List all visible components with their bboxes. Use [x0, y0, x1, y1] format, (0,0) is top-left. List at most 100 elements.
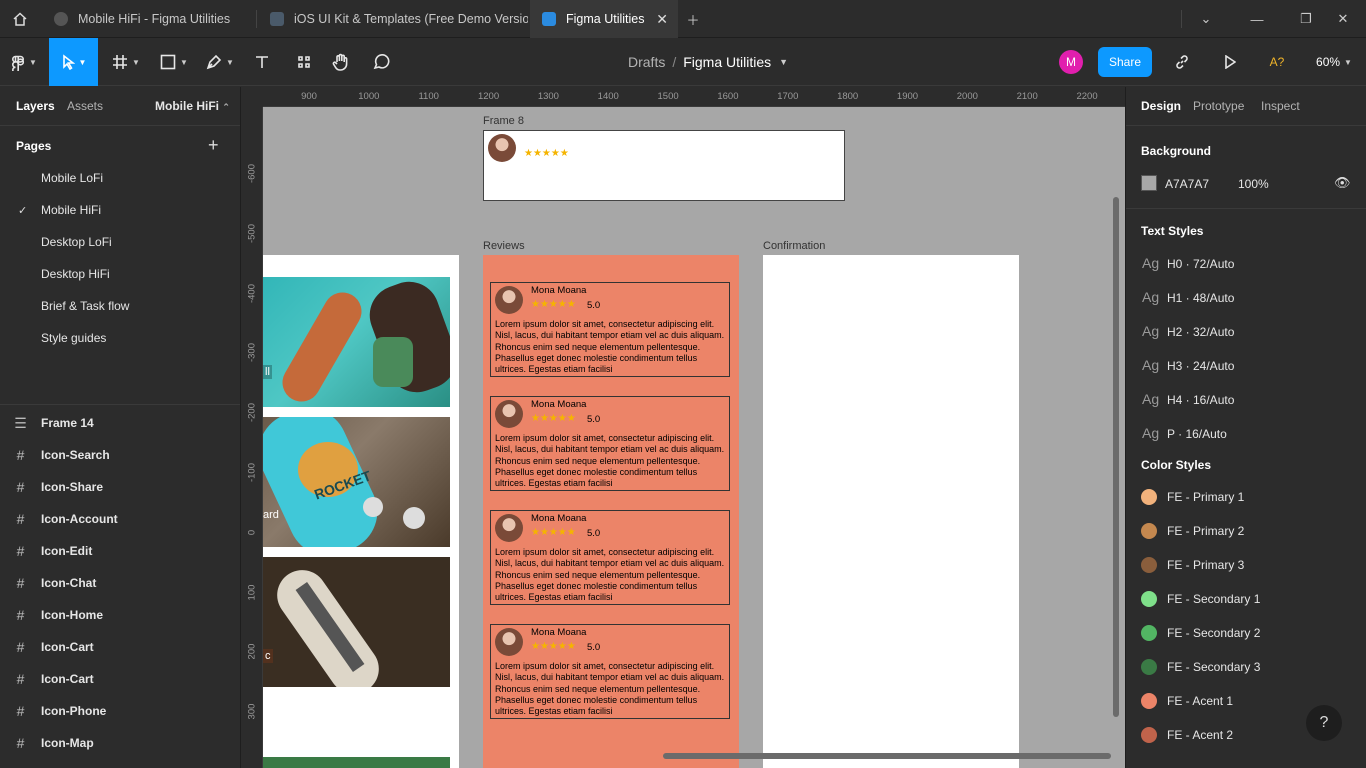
reviews-frame[interactable]: Mona Moana ★★★★★ 5.0 Lorem ipsum dolor sit … — [483, 255, 739, 768]
comment-tool-button[interactable] — [367, 38, 395, 86]
text-style-label: H0 · 72/Auto — [1167, 257, 1235, 271]
text-style-item[interactable]: Ag H3 · 24/Auto — [1126, 357, 1366, 383]
current-page-dropdown[interactable]: Mobile HiFi ⌃ — [155, 99, 230, 113]
minimize-icon[interactable]: — — [1234, 0, 1280, 38]
chevron-down-icon[interactable]: ⌄ — [1183, 0, 1229, 38]
chevron-down-icon[interactable]: ▼ — [779, 57, 788, 67]
hand-icon — [332, 53, 348, 71]
text-style-item[interactable]: Ag H2 · 32/Auto — [1126, 323, 1366, 349]
hash-frame-icon — [113, 55, 128, 69]
confirmation-frame[interactable] — [763, 255, 1019, 768]
text-style-item[interactable]: Ag H0 · 72/Auto — [1126, 255, 1366, 281]
layer-item[interactable]: # Icon-Edit — [0, 535, 240, 567]
frame8-label[interactable]: Frame 8 — [483, 115, 524, 127]
reviewer-name: Mona Moana — [531, 627, 587, 638]
color-style-item[interactable]: FE - Secondary 3 — [1126, 659, 1366, 685]
layer-item[interactable]: # Icon-Cart — [0, 663, 240, 695]
color-style-label: FE - Secondary 1 — [1167, 592, 1261, 606]
color-style-item[interactable]: FE - Primary 1 — [1126, 489, 1366, 515]
layer-item[interactable]: # Icon-Account — [0, 503, 240, 535]
reviewer-avatar — [488, 134, 516, 162]
hand-tool-button[interactable] — [327, 38, 355, 86]
text-tool-button[interactable] — [248, 38, 276, 86]
shape-tool-button[interactable]: ▼ — [152, 38, 196, 86]
text-styles-title: Text Styles — [1141, 224, 1204, 238]
layer-item[interactable]: # Icon-Cart — [0, 631, 240, 663]
design-canvas[interactable]: Frame 8 Mona Moana ★★★★★ 5.0 Lorem ipsum… — [263, 107, 1125, 768]
color-style-item[interactable]: FE - Secondary 1 — [1126, 591, 1366, 617]
color-style-item[interactable]: FE - Secondary 2 — [1126, 625, 1366, 651]
eye-visibility-icon[interactable]: 👁 — [1334, 175, 1351, 191]
resources-button[interactable] — [290, 38, 318, 86]
layer-item-label: Icon-Phone — [41, 704, 107, 718]
tab-inspect[interactable]: Inspect — [1261, 99, 1300, 113]
text-style-item[interactable]: Ag H4 · 16/Auto — [1126, 391, 1366, 417]
page-item-label: Style guides — [41, 331, 107, 345]
color-swatch — [1141, 659, 1157, 675]
bottom-green-bar — [263, 757, 450, 768]
frame-tool-button[interactable]: ▼ — [104, 38, 148, 86]
layer-item[interactable]: # Icon-Map — [0, 727, 240, 759]
color-swatch — [1141, 557, 1157, 573]
background-opacity-input[interactable]: 100% — [1238, 177, 1269, 191]
close-window-icon[interactable]: ✕ — [1320, 0, 1366, 38]
product-list-frame[interactable]: ll ROCKET ard c — [263, 255, 459, 768]
pen-tool-button[interactable]: ▼ — [198, 38, 242, 86]
text-style-label: H2 · 32/Auto — [1167, 325, 1235, 339]
review-card[interactable]: Mona Moana ★★★★★ 5.0 Lorem ipsum dolor sit … — [490, 396, 730, 491]
layer-item[interactable]: # Icon-Search — [0, 439, 240, 471]
background-hex-input[interactable]: A7A7A7 — [1165, 177, 1209, 191]
file-name[interactable]: Figma Utilities — [683, 54, 771, 70]
close-tab-icon[interactable]: ✕ — [656, 11, 668, 28]
page-item[interactable]: Desktop LoFi — [0, 227, 240, 259]
review-card[interactable]: Mona Moana ★★★★★ 5.0 Lorem ipsum dolor sit … — [490, 624, 730, 719]
zoom-dropdown[interactable]: 60% ▼ — [1310, 38, 1358, 86]
page-item[interactable]: Mobile LoFi — [0, 163, 240, 195]
new-tab-plus-icon[interactable]: ＋ — [670, 0, 716, 38]
color-style-item[interactable]: FE - Primary 2 — [1126, 523, 1366, 549]
vertical-scrollbar[interactable] — [1113, 197, 1119, 717]
tab-ios-ui-kit[interactable]: iOS UI Kit & Templates (Free Demo Versio… — [258, 0, 528, 38]
tab-prototype[interactable]: Prototype — [1193, 99, 1244, 113]
frame8-review-card[interactable]: Mona Moana ★★★★★ 5.0 Lorem ipsum dolor s… — [483, 130, 845, 201]
page-item[interactable]: Style guides — [0, 323, 240, 355]
page-item[interactable]: Brief & Task flow — [0, 291, 240, 323]
confirmation-frame-label[interactable]: Confirmation — [763, 240, 825, 252]
ruler-tick-label: 1800 — [837, 91, 859, 102]
move-tool-button[interactable]: ▼ — [49, 38, 98, 86]
text-style-item[interactable]: Ag H1 · 48/Auto — [1126, 289, 1366, 315]
tab-mobile-hifi[interactable]: Mobile HiFi - Figma Utilities — [42, 0, 256, 38]
home-icon[interactable] — [0, 0, 40, 38]
horizontal-scrollbar[interactable] — [663, 753, 1111, 759]
layer-item[interactable]: ☰ Frame 14 — [0, 407, 240, 439]
breadcrumb-drafts[interactable]: Drafts — [628, 54, 665, 70]
tab-design[interactable]: Design — [1141, 99, 1181, 113]
review-card[interactable]: Mona Moana ★★★★★ 5.0 Lorem ipsum dolor sit … — [490, 282, 730, 377]
help-button[interactable]: ? — [1306, 705, 1342, 741]
frame-hash-icon: # — [16, 511, 25, 527]
reviews-frame-label[interactable]: Reviews — [483, 240, 525, 252]
tab-layers[interactable]: Layers — [16, 99, 55, 113]
copy-link-button[interactable] — [1170, 38, 1194, 86]
add-page-plus-icon[interactable]: + — [208, 135, 219, 156]
review-card[interactable]: Mona Moana ★★★★★ 5.0 Lorem ipsum dolor sit … — [490, 510, 730, 605]
page-item[interactable]: ✓ Mobile HiFi — [0, 195, 240, 227]
layer-item[interactable]: # Icon-Chat — [0, 567, 240, 599]
main-menu-button[interactable]: ▼ — [0, 38, 48, 86]
layer-item[interactable]: # Icon-Share — [0, 471, 240, 503]
ruler-tick-label: 2200 — [1076, 91, 1098, 102]
color-style-item[interactable]: FE - Primary 3 — [1126, 557, 1366, 583]
user-avatar[interactable]: M — [1058, 38, 1084, 86]
layer-item[interactable]: # Icon-Home — [0, 599, 240, 631]
rating-score: 5.0 — [587, 414, 601, 425]
font-warning-button[interactable]: A? — [1264, 38, 1290, 86]
tab-assets[interactable]: Assets — [67, 99, 103, 113]
layer-item[interactable]: # Icon-Phone — [0, 695, 240, 727]
text-style-item[interactable]: Ag P · 16/Auto — [1126, 425, 1366, 451]
present-button[interactable] — [1220, 38, 1240, 86]
frame-hash-icon: # — [16, 543, 25, 559]
page-item[interactable]: Desktop HiFi — [0, 259, 240, 291]
tab-figma-utilities[interactable]: Figma Utilities ✕ — [530, 0, 678, 38]
background-color-swatch[interactable] — [1141, 175, 1157, 191]
share-button[interactable]: Share — [1098, 38, 1152, 86]
